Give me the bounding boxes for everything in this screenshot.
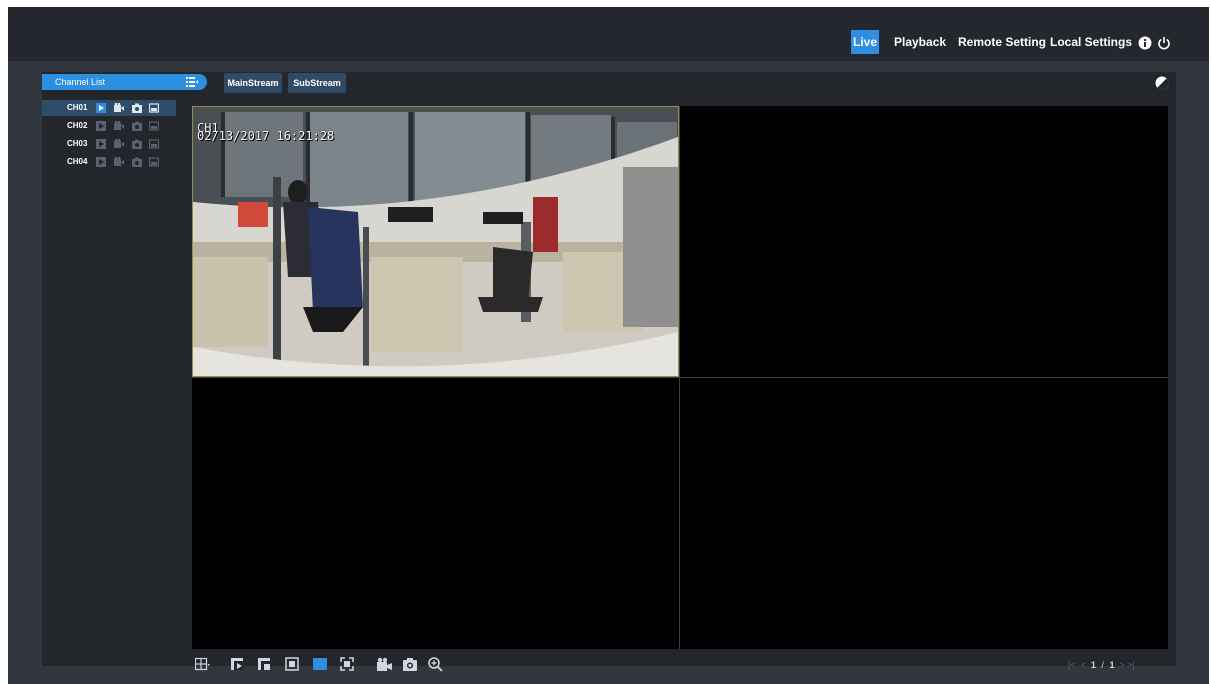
power-icon[interactable] — [1157, 36, 1171, 50]
record-all-icon[interactable] — [377, 657, 392, 672]
substream-button[interactable]: SubStream — [288, 73, 346, 93]
last-page-icon[interactable]: >| — [1127, 660, 1135, 670]
image-icon[interactable] — [149, 121, 159, 131]
nav-playback[interactable]: Playback — [894, 30, 946, 54]
live-view-icon[interactable] — [96, 121, 106, 131]
live-view-icon[interactable] — [96, 103, 106, 113]
channel-row-ch02[interactable]: CH02 — [42, 118, 176, 134]
channel-list-header: Channel List — [42, 74, 207, 90]
image-icon[interactable] — [149, 157, 159, 167]
video-cell-ch4[interactable] — [680, 378, 1168, 649]
layout-icon[interactable] — [195, 657, 210, 672]
page-current: 1 — [1090, 660, 1096, 670]
page-separator: / — [1101, 660, 1104, 670]
page-total: 1 — [1109, 660, 1115, 670]
channel-name: CH03 — [67, 139, 88, 148]
image-icon[interactable] — [149, 103, 159, 113]
channel-name: CH02 — [67, 121, 88, 130]
nav-local-settings[interactable]: Local Settings — [1050, 30, 1132, 54]
previous-screen-icon[interactable] — [230, 657, 245, 672]
next-screen-icon[interactable] — [257, 657, 272, 672]
stretch-view-icon[interactable] — [313, 657, 328, 672]
record-icon[interactable] — [114, 139, 124, 149]
image-icon[interactable] — [149, 139, 159, 149]
channel-name: CH04 — [67, 157, 88, 166]
channel-list-title: Channel List — [55, 77, 106, 87]
zoom-icon[interactable] — [428, 657, 443, 672]
channel-name: CH01 — [67, 103, 88, 112]
grid-divider-horizontal — [192, 377, 1168, 378]
nav-live[interactable]: Live — [851, 30, 879, 54]
camera-feed-image — [193, 107, 678, 376]
video-cell-ch1[interactable]: CH1 02/13/2017 16:21:28 — [192, 106, 679, 377]
channel-row-ch03[interactable]: CH03 — [42, 136, 176, 152]
snapshot-icon[interactable] — [403, 657, 418, 672]
contrast-icon[interactable] — [1155, 76, 1169, 90]
first-page-icon[interactable]: |< — [1068, 660, 1076, 670]
record-icon[interactable] — [114, 157, 124, 167]
snapshot-icon[interactable] — [132, 103, 142, 113]
record-icon[interactable] — [114, 103, 124, 113]
info-icon[interactable] — [1138, 36, 1152, 50]
live-view-icon[interactable] — [96, 139, 106, 149]
video-cell-ch2[interactable] — [680, 106, 1168, 377]
snapshot-icon[interactable] — [132, 121, 142, 131]
single-view-icon[interactable] — [285, 657, 300, 672]
record-icon[interactable] — [114, 121, 124, 131]
snapshot-icon[interactable] — [132, 139, 142, 149]
channel-row-ch01[interactable]: CH01 — [42, 100, 176, 116]
list-collapse-icon[interactable] — [186, 76, 198, 88]
video-grid: CH1 02/13/2017 16:21:28 — [192, 106, 1168, 649]
osd-datetime: 02/13/2017 16:21:28 — [197, 129, 335, 143]
prev-page-icon[interactable]: < — [1078, 660, 1088, 670]
fullscreen-icon[interactable] — [340, 657, 355, 672]
app-window: Live Playback Remote Setting Local Setti… — [8, 7, 1209, 684]
mainstream-button[interactable]: MainStream — [224, 73, 282, 93]
top-nav-bar: Live Playback Remote Setting Local Setti… — [8, 7, 1209, 61]
video-cell-ch3[interactable] — [192, 378, 679, 649]
next-page-icon[interactable]: > — [1117, 660, 1124, 670]
snapshot-icon[interactable] — [132, 157, 142, 167]
live-panel: Channel List MainStream SubStream CH01 C… — [42, 72, 1176, 672]
nav-remote-setting[interactable]: Remote Setting — [958, 30, 1046, 54]
pagination: |< < 1 / 1 > >| — [1068, 658, 1135, 672]
live-view-icon[interactable] — [96, 157, 106, 167]
channel-row-ch04[interactable]: CH04 — [42, 154, 176, 170]
